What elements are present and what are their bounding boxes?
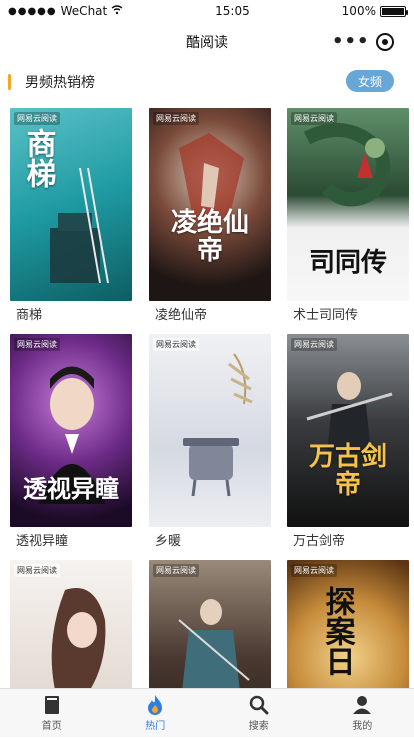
book-grid: 网易云阅读 商梯 商梯 网易云阅读 凌绝仙帝 凌绝仙帝 网易云阅读 xyxy=(0,106,414,688)
book-title: 术士司同传 xyxy=(287,304,409,323)
cover-title: 万古剑帝 xyxy=(297,444,399,499)
cover-art xyxy=(10,560,132,688)
book-title: 万古剑帝 xyxy=(287,530,409,549)
tab-label: 搜索 xyxy=(249,717,269,732)
cover-title: 商梯 xyxy=(22,128,54,188)
tab-home[interactable]: 首页 xyxy=(12,689,92,738)
book-item[interactable]: 网易云阅读 乡暖 xyxy=(149,334,271,549)
book-cover[interactable]: 网易云阅读 xyxy=(149,334,271,527)
tab-label: 我的 xyxy=(352,717,372,732)
book-title: 凌绝仙帝 xyxy=(149,304,271,323)
section-title: 男频热销榜 xyxy=(25,72,95,92)
book-item[interactable]: 网易云阅读 商梯 商梯 xyxy=(10,108,132,323)
female-channel-toggle[interactable]: 女频 xyxy=(346,70,394,92)
book-cover[interactable]: 网易云阅读 司同传 xyxy=(287,108,409,301)
toggle-label: 女频 xyxy=(358,73,382,90)
cover-title: 凌绝仙帝 xyxy=(159,210,261,265)
book-item[interactable]: 网易云阅读 透视异瞳 透视异瞳 xyxy=(10,334,132,549)
tab-profile[interactable]: 我的 xyxy=(322,689,402,738)
tab-label: 热门 xyxy=(145,717,165,732)
cover-title: 透视异瞳 xyxy=(20,476,122,501)
wifi-icon xyxy=(111,4,123,18)
page-title: 酷阅读 xyxy=(186,32,228,52)
book-item[interactable]: 网易云阅读 xyxy=(10,560,132,688)
book-title: 乡暖 xyxy=(149,530,271,549)
tab-bar: 首页 热门 搜索 我的 xyxy=(0,688,414,737)
miniapp-capsule: ••• xyxy=(322,28,404,56)
book-cover[interactable]: 网易云阅读 商梯 xyxy=(10,108,132,301)
search-icon xyxy=(249,695,269,715)
cover-art xyxy=(149,108,271,301)
cover-title: 探案日 xyxy=(321,586,353,676)
status-bar: ●●●●● WeChat 15:05 100% xyxy=(0,0,414,22)
book-item[interactable]: 网易云阅读 探案日 xyxy=(287,560,409,688)
tab-hot[interactable]: 热门 xyxy=(115,689,195,738)
book-cover[interactable]: 网易云阅读 xyxy=(149,560,271,688)
nav-bar: 酷阅读 ••• xyxy=(0,22,414,62)
book-cover[interactable]: 网易云阅读 透视异瞳 xyxy=(10,334,132,527)
battery-percent: 100% xyxy=(342,4,376,18)
book-item[interactable]: 网易云阅读 万古剑帝 万古剑帝 xyxy=(287,334,409,549)
user-icon xyxy=(352,695,372,715)
book-item[interactable]: 网易云阅读 司同传 术士司同传 xyxy=(287,108,409,323)
publisher-logo: 网易云阅读 xyxy=(291,564,337,577)
carrier-label: WeChat xyxy=(61,4,108,18)
cover-title: 司同传 xyxy=(297,250,399,277)
cover-art xyxy=(149,560,271,688)
book-icon xyxy=(42,695,62,715)
section-header: 男频热销榜 女频 xyxy=(0,62,414,102)
more-icon[interactable]: ••• xyxy=(332,33,370,51)
book-cover[interactable]: 网易云阅读 xyxy=(10,560,132,688)
status-right: 100% xyxy=(342,4,406,18)
tab-label: 首页 xyxy=(42,717,62,732)
book-cover[interactable]: 网易云阅读 探案日 xyxy=(287,560,409,688)
status-time: 15:05 xyxy=(215,4,250,18)
close-icon[interactable] xyxy=(376,33,394,51)
book-cover[interactable]: 网易云阅读 凌绝仙帝 xyxy=(149,108,271,301)
tab-search[interactable]: 搜索 xyxy=(219,689,299,738)
signal-icon: ●●●●● xyxy=(8,6,57,17)
status-left: ●●●●● WeChat xyxy=(8,4,123,18)
section-accent-bar xyxy=(8,74,11,90)
book-cover[interactable]: 网易云阅读 万古剑帝 xyxy=(287,334,409,527)
battery-icon xyxy=(380,6,406,17)
book-item[interactable]: 网易云阅读 xyxy=(149,560,271,688)
book-title: 透视异瞳 xyxy=(10,530,132,549)
book-title: 商梯 xyxy=(10,304,132,323)
cover-art xyxy=(149,334,271,527)
book-item[interactable]: 网易云阅读 凌绝仙帝 凌绝仙帝 xyxy=(149,108,271,323)
flame-icon xyxy=(145,695,165,715)
